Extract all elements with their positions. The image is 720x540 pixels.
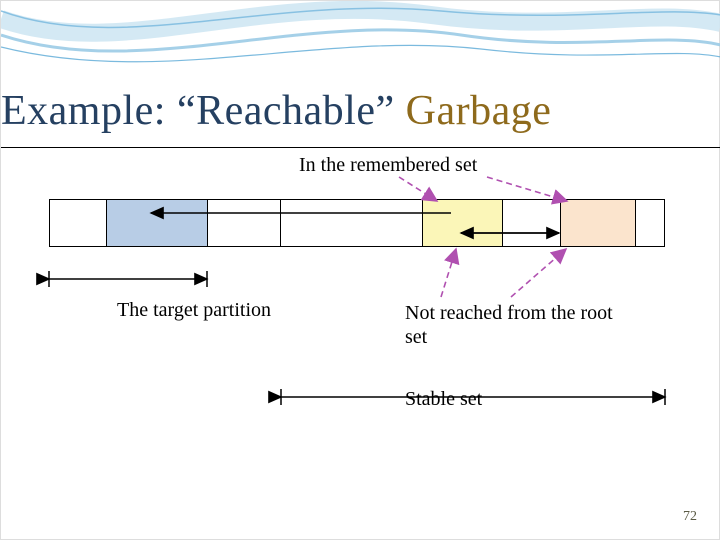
arrows-overlay — [1, 1, 720, 540]
label-target-partition: The target partition — [117, 298, 271, 322]
title-underline — [1, 147, 720, 148]
slide: Example: “Reachable” Garbage In the reme… — [0, 0, 720, 540]
segment-remembered-orange — [560, 200, 636, 246]
segment-target-partition — [106, 200, 208, 246]
header-wave-decoration — [1, 1, 720, 91]
segment-empty-2 — [636, 200, 664, 246]
segment-empty-1 — [208, 200, 280, 246]
segment-stable-gap — [502, 200, 560, 246]
segment-stable-start — [280, 200, 422, 246]
label-not-reached: Not reached from the root set — [405, 301, 625, 349]
label-remembered-set: In the remembered set — [299, 153, 477, 177]
partition-bar — [49, 199, 665, 247]
title-part1: Example: “ — [1, 88, 196, 134]
title-part2: Reachable — [196, 88, 375, 134]
segment-empty-0 — [50, 200, 106, 246]
slide-title: Example: “Reachable” Garbage — [1, 87, 551, 135]
title-part3: ” — [375, 88, 405, 134]
segment-remembered-yellow — [422, 200, 502, 246]
page-number: 72 — [683, 509, 697, 525]
title-part4: Garbage — [406, 88, 552, 134]
label-stable-set: Stable set — [405, 387, 482, 411]
